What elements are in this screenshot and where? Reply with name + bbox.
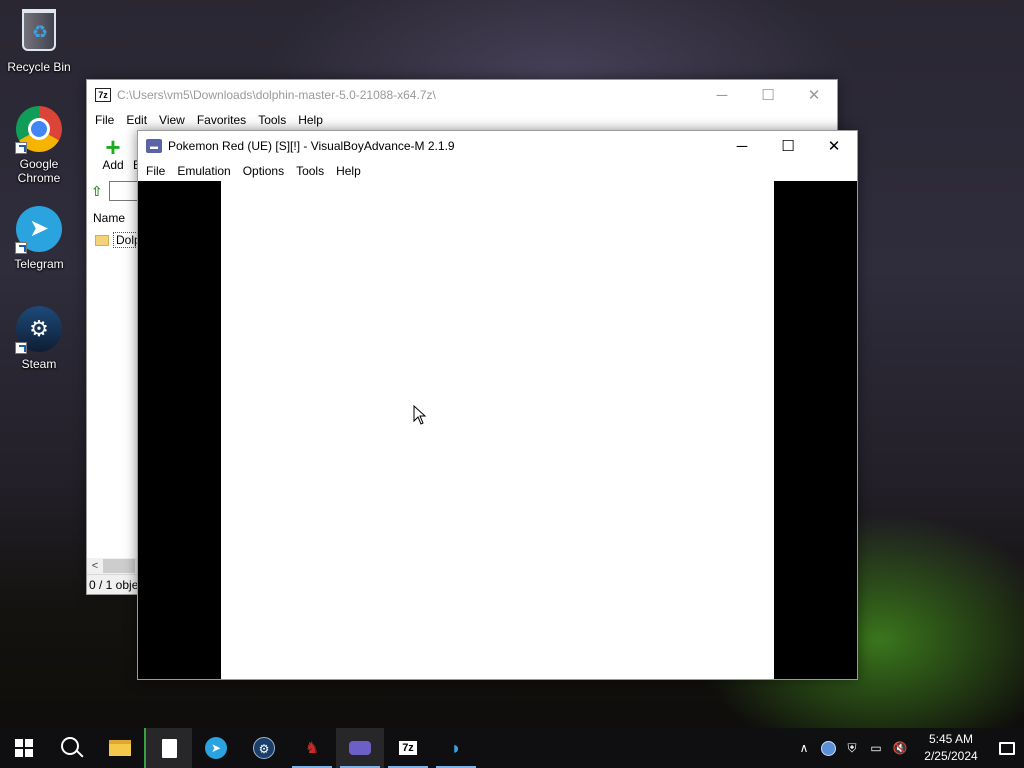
maximize-button[interactable]: ☐: [765, 131, 811, 161]
shortcut-arrow-icon: [15, 342, 27, 354]
menu-favorites[interactable]: Favorites: [191, 113, 252, 127]
notepad-icon: [161, 738, 177, 758]
add-label: Add: [102, 158, 124, 172]
emulator-screen[interactable]: [138, 181, 857, 679]
taskbar: ➤ ⚙ ♞ 7z ◗ ∧ ⛨ ▭ 🔇 5:45 AM 2/25/2024: [0, 728, 1024, 768]
network-icon[interactable]: ▭: [864, 741, 888, 755]
gamepad-icon: ▬: [146, 139, 162, 153]
close-button[interactable]: ✕: [791, 80, 837, 110]
shortcut-arrow-icon: [15, 242, 27, 254]
taskbar-7zip[interactable]: 7z: [384, 728, 432, 768]
sevenzip-menubar: File Edit View Favorites Tools Help: [87, 110, 837, 130]
desktop-icon-telegram[interactable]: ➤ Telegram: [2, 206, 76, 271]
maximize-button[interactable]: ☐: [745, 80, 791, 110]
vba-titlebar[interactable]: ▬ Pokemon Red (UE) [S][!] - VisualBoyAdv…: [138, 131, 857, 161]
desktop-icon-label: Steam: [21, 357, 57, 371]
clock-time: 5:45 AM: [928, 732, 974, 746]
vba-menubar: File Emulation Options Tools Help: [138, 161, 857, 181]
folder-up-icon[interactable]: ⇧: [91, 183, 103, 200]
menu-file[interactable]: File: [140, 164, 171, 178]
menu-edit[interactable]: Edit: [120, 113, 153, 127]
gamepad-icon: [349, 741, 371, 755]
taskbar-visualboyadvance[interactable]: [336, 728, 384, 768]
clock[interactable]: 5:45 AM 2/25/2024: [912, 731, 990, 765]
minimize-button[interactable]: ─: [699, 80, 745, 110]
menu-options[interactable]: Options: [237, 164, 290, 178]
scroll-thumb[interactable]: [103, 559, 135, 573]
desktop-icon-label: Telegram: [14, 257, 64, 271]
chevron-up-icon[interactable]: ∧: [792, 741, 816, 755]
taskbar-steam[interactable]: ⚙: [240, 728, 288, 768]
vba-title: Pokemon Red (UE) [S][!] - VisualBoyAdvan…: [168, 139, 455, 153]
search-button[interactable]: [48, 728, 96, 768]
start-button[interactable]: [0, 728, 48, 768]
desktop-icon-steam[interactable]: ⚙ Steam: [2, 306, 76, 371]
taskbar-telegram[interactable]: ➤: [192, 728, 240, 768]
desktop-icon-google-chrome[interactable]: Google Chrome: [2, 106, 76, 185]
search-icon: [61, 737, 79, 755]
language-globe-icon[interactable]: [816, 740, 840, 756]
chrome-icon: [15, 106, 63, 154]
sevenzip-titlebar[interactable]: 7z C:\Users\vm5\Downloads\dolphin-master…: [87, 80, 837, 110]
mouse-cursor-icon: [413, 405, 427, 425]
taskbar-file-explorer[interactable]: [96, 728, 144, 768]
security-icon[interactable]: ⛨: [840, 741, 864, 756]
volume-muted-icon[interactable]: 🔇: [888, 741, 912, 755]
sevenzip-app-icon: 7z: [95, 88, 111, 102]
scroll-left-icon[interactable]: <: [87, 560, 103, 572]
folder-icon: [109, 740, 131, 756]
add-button[interactable]: + Add: [93, 132, 133, 172]
clock-date: 2/25/2024: [924, 749, 978, 763]
sevenzip-title: C:\Users\vm5\Downloads\dolphin-master-5.…: [117, 88, 436, 102]
shortcut-arrow-icon: [15, 142, 27, 154]
dolphin-icon: ◗: [450, 737, 462, 758]
recycle-bin-icon: [15, 9, 63, 57]
taskbar-app-red[interactable]: ♞: [288, 728, 336, 768]
telegram-icon: ➤: [205, 737, 227, 759]
steam-icon: ⚙: [15, 306, 63, 354]
taskbar-notepad[interactable]: [144, 728, 192, 768]
path-input[interactable]: [108, 181, 139, 201]
menu-file[interactable]: File: [89, 113, 120, 127]
notification-icon: [999, 741, 1015, 755]
sevenzip-icon: 7z: [399, 741, 417, 755]
close-button[interactable]: ✕: [811, 131, 857, 161]
folder-icon: [95, 234, 109, 246]
desktop-icon-label: Google Chrome: [17, 157, 61, 185]
notification-center-button[interactable]: [990, 728, 1024, 768]
menu-emulation[interactable]: Emulation: [171, 164, 236, 178]
desktop-icon-label: Recycle Bin: [7, 60, 71, 74]
menu-tools[interactable]: Tools: [290, 164, 330, 178]
windows-logo-icon: [15, 739, 33, 757]
vba-window: ▬ Pokemon Red (UE) [S][!] - VisualBoyAdv…: [137, 130, 858, 680]
menu-help[interactable]: Help: [330, 164, 367, 178]
system-tray: ∧ ⛨ ▭ 🔇 5:45 AM 2/25/2024: [792, 728, 1024, 768]
game-display[interactable]: [221, 181, 774, 679]
menu-help[interactable]: Help: [292, 113, 329, 127]
desktop-icon-recycle-bin[interactable]: Recycle Bin: [2, 6, 76, 74]
menu-tools[interactable]: Tools: [252, 113, 292, 127]
taskbar-dolphin[interactable]: ◗: [432, 728, 480, 768]
menu-view[interactable]: View: [153, 113, 191, 127]
add-plus-icon: +: [105, 132, 121, 162]
app-figure-icon: ♞: [304, 740, 320, 757]
minimize-button[interactable]: ─: [719, 131, 765, 161]
telegram-icon: ➤: [15, 206, 63, 254]
steam-icon: ⚙: [253, 737, 275, 759]
